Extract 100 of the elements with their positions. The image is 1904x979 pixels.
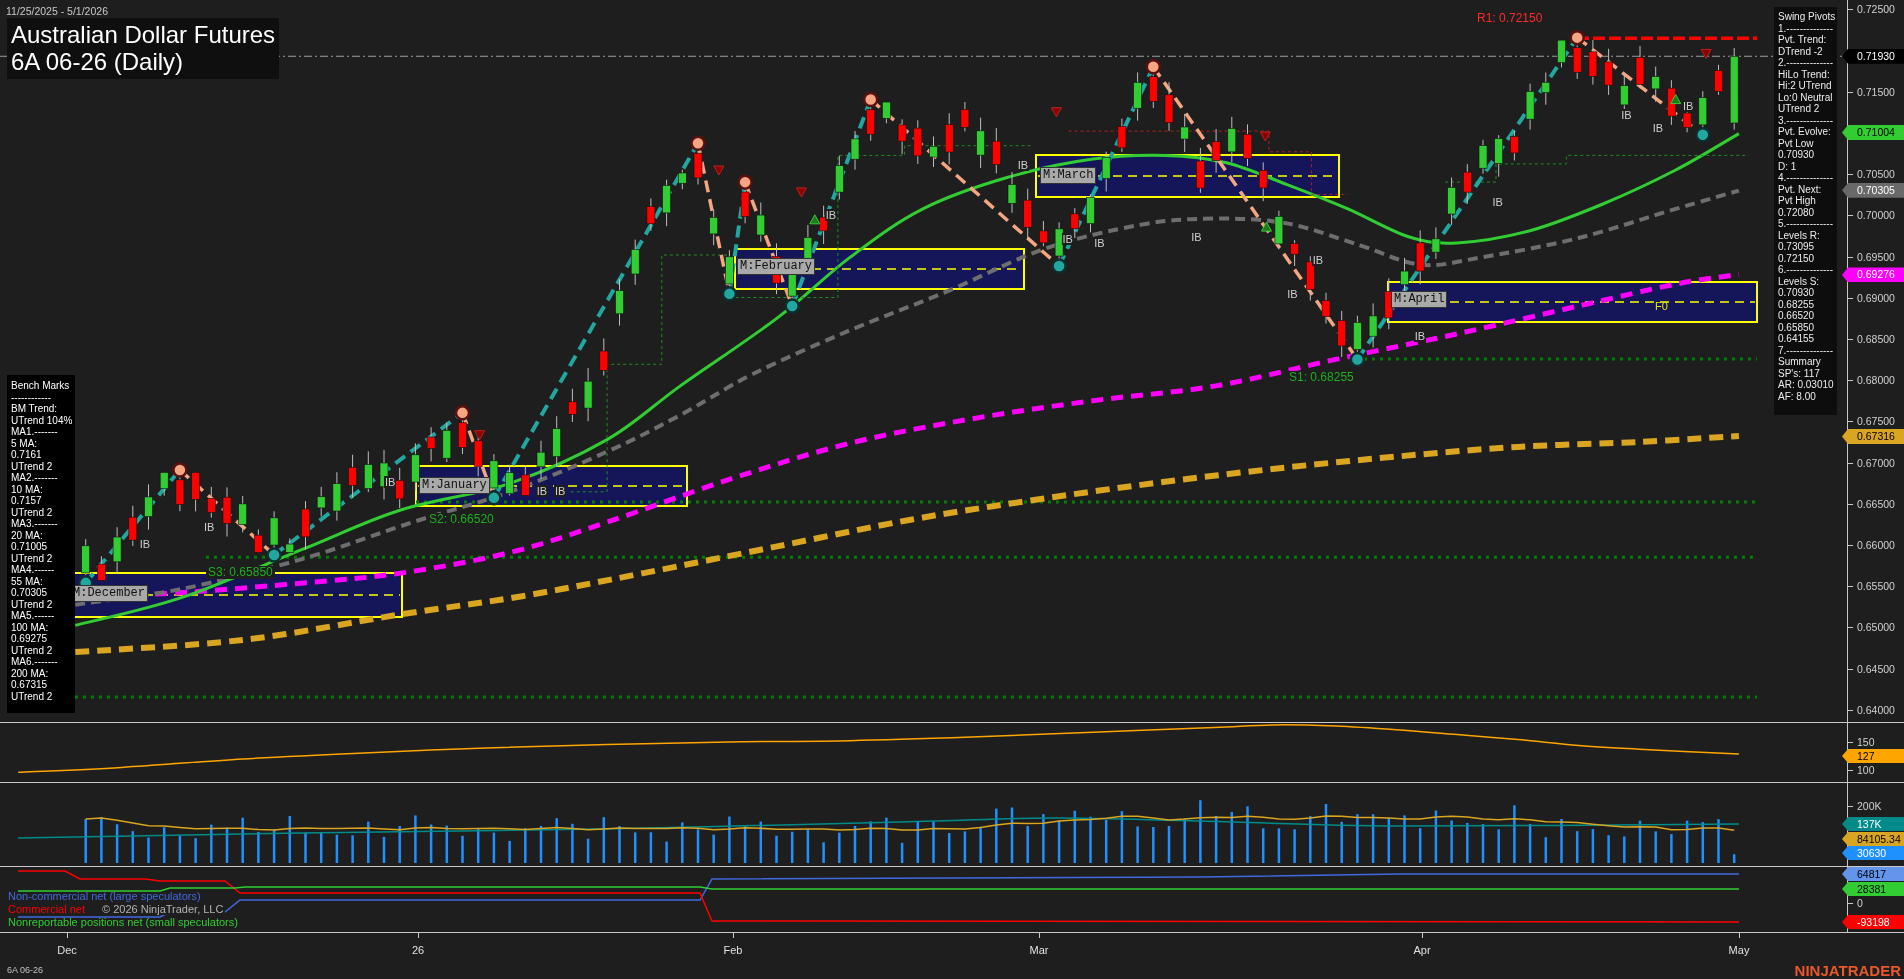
benchmarks-text: UTrend 104%: [11, 414, 74, 426]
value-flag: 84105.34: [1842, 832, 1904, 846]
swing-pivots-text: 0.73095: [1778, 241, 1816, 253]
swing-pivots-text: 0.70930: [1778, 287, 1816, 299]
inside-bar-label: IB: [384, 476, 397, 489]
value-flag: 30630: [1842, 846, 1904, 860]
swing-low-marker-icon: [486, 490, 502, 506]
swing-pivots-text: 0.72150: [1778, 252, 1816, 264]
inside-bar-label: IB: [1620, 109, 1633, 122]
down-triangle-icon: [1700, 48, 1712, 59]
benchmarks-text: 0.7157: [11, 495, 43, 507]
benchmarks-text: UTrend 2: [11, 506, 54, 518]
down-triangle-icon: [1050, 107, 1062, 118]
date-axis-label: Dec: [57, 944, 77, 956]
falling-candlestick: [1667, 79, 1676, 126]
axis-label: 0: [1857, 897, 1863, 909]
axis-label: 0.66500: [1857, 497, 1895, 510]
swing-pivots-text: 4.--------------: [1778, 172, 1834, 184]
inside-bar-label: IB: [1413, 330, 1427, 343]
swing-low-marker-icon: [784, 298, 800, 314]
swing-pivots-text: Hi:2 UTrend: [1778, 80, 1833, 92]
up-triangle-icon: [1670, 94, 1682, 105]
swing-low-marker-icon: [1051, 258, 1067, 274]
swing-pivots-text: 2.--------------: [1778, 57, 1834, 69]
rising-candlestick: [505, 464, 514, 496]
rising-candlestick: [1478, 139, 1488, 175]
rising-candlestick: [285, 537, 295, 553]
falling-candlestick: [1039, 220, 1048, 247]
month-label: M:January: [419, 477, 490, 494]
axis-label: 0.70500: [1857, 168, 1895, 181]
rising-candlestick: [1368, 302, 1378, 349]
rising-candlestick: [835, 155, 844, 200]
box-tag: F0: [1655, 300, 1668, 312]
falling-candlestick: [348, 454, 357, 499]
axis-label: 0.72500: [1857, 3, 1895, 16]
rising-candlestick: [929, 135, 938, 168]
rising-candlestick: [238, 495, 247, 533]
down-triangle-icon: [1259, 131, 1271, 142]
swing-pivots-text: AF: 8.00: [1778, 390, 1817, 402]
swing-high-marker-icon: [690, 135, 706, 152]
legend-text: Non-commercial net (large speculators): [8, 890, 201, 902]
chart-subtitle: 6A 06-26 (Daily): [11, 48, 185, 75]
benchmarks-text: Bench Marks: [11, 380, 71, 392]
benchmarks-text: MA1.-------: [11, 426, 59, 438]
axis-label: 0.69500: [1857, 250, 1895, 263]
benchmarks-text: 100 MA:: [11, 621, 50, 633]
rising-candlestick: [709, 209, 718, 246]
inside-bar-label: IB: [1016, 159, 1030, 172]
swing-high-marker-icon: [172, 462, 188, 478]
rising-candlestick: [882, 101, 891, 124]
axis-label: 0.71500: [1857, 85, 1895, 98]
axis-label: 0.64000: [1857, 703, 1895, 716]
legend-text: Nonreportable positions net (small speculators): [8, 916, 238, 928]
falling-candlestick: [1463, 163, 1472, 205]
falling-candlestick: [97, 555, 106, 581]
swing-high-marker-icon: [454, 405, 471, 421]
falling-candlestick: [1321, 292, 1331, 325]
falling-candlestick: [1258, 161, 1268, 202]
rising-candlestick: [1651, 66, 1660, 103]
rising-candlestick: [364, 450, 373, 493]
axis-label: 100: [1857, 764, 1875, 776]
value-flag: 0.71004: [1842, 125, 1904, 141]
inside-bar-label: IB: [1311, 253, 1325, 266]
swing-pivots-text: Pvt. Next:: [1778, 183, 1823, 195]
falling-candlestick: [426, 426, 436, 462]
rising-candlestick: [112, 526, 122, 574]
swing-pivots-text: 6.--------------: [1778, 264, 1834, 276]
swing-pivots-text: 0.72080: [1778, 206, 1816, 218]
falling-candlestick: [1243, 123, 1252, 167]
rising-candlestick: [678, 169, 687, 190]
rising-candlestick: [144, 483, 153, 531]
swing-pivots-text: SP's: 117: [1778, 367, 1821, 379]
benchmarks-text: BM Trend:: [11, 403, 59, 415]
benchmarks-text: 55 MA:: [11, 575, 44, 587]
falling-candlestick: [1117, 118, 1127, 153]
axis-label: 0.68000: [1857, 374, 1895, 387]
falling-candlestick: [395, 467, 404, 509]
axis-label: 0.64500: [1857, 662, 1895, 675]
swing-pivots-text: DTrend -2: [1778, 45, 1824, 57]
value-flag: 0.67316: [1842, 428, 1904, 444]
instrument-label: 6A 06-26: [7, 965, 44, 975]
swing-pivots-text: 3.--------------: [1778, 114, 1834, 126]
benchmarks-text: MA6.-------: [11, 656, 59, 668]
rising-candlestick: [536, 440, 546, 480]
falling-candlestick: [1211, 128, 1221, 174]
inside-bar-label: IB: [1286, 287, 1299, 300]
falling-candlestick: [599, 337, 609, 376]
rising-candlestick: [1557, 39, 1566, 68]
swing-pivots-text: 1.--------------: [1778, 22, 1834, 34]
falling-candlestick: [1290, 239, 1299, 267]
value-flag: 127: [1842, 749, 1904, 763]
benchmarks-text: 0.7161: [11, 449, 43, 461]
up-triangle-icon: [1261, 221, 1272, 232]
copyright-text: © 2026 NinjaTrader, LLC: [100, 903, 226, 915]
benchmarks-text: UTrend 2: [11, 552, 54, 564]
swing-pivots-text: Pvt. Trend:: [1778, 34, 1828, 46]
swing-pivots-text: Pvt. Evolve:: [1778, 126, 1832, 138]
swing-low-marker-icon: [1349, 351, 1366, 368]
falling-candlestick: [1164, 81, 1174, 132]
falling-candlestick: [897, 118, 907, 155]
